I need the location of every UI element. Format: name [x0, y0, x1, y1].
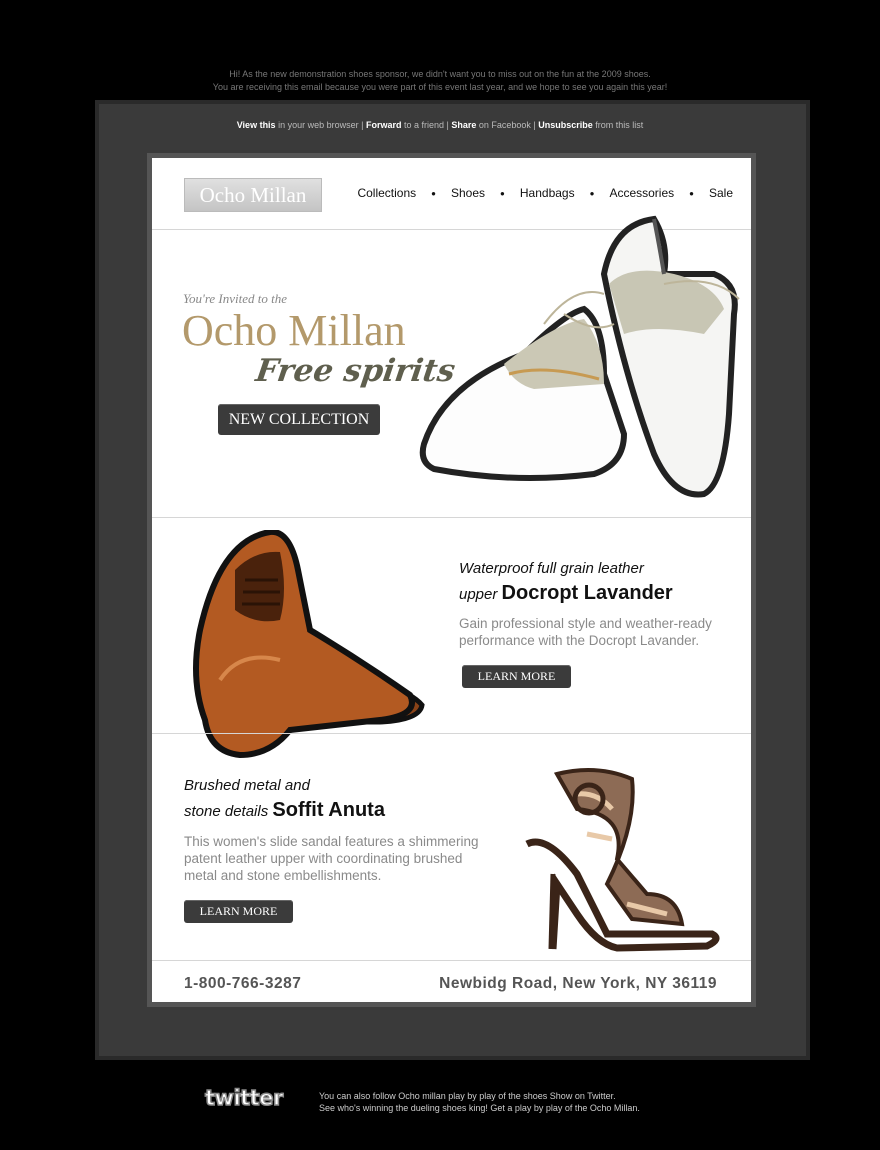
email-card: Ocho Millan Collections ● Shoes ● Handba…	[152, 158, 751, 1002]
footer-phone[interactable]: 1-800-766-3287	[184, 975, 301, 993]
intro-line-1: Hi! As the new demonstration shoes spons…	[229, 69, 651, 79]
nav-sale[interactable]: Sale	[709, 186, 733, 200]
product1-description: Gain professional style and weather-read…	[459, 616, 712, 648]
nav-collections[interactable]: Collections	[357, 186, 416, 200]
product2-description: This women's slide sandal features a shi…	[184, 834, 479, 883]
forward-link[interactable]: Forward	[366, 120, 402, 130]
nav-separator: ●	[589, 188, 595, 198]
product2-name: Soffit Anuta	[272, 799, 385, 821]
nav-separator: ●	[500, 188, 505, 198]
nav-handbags[interactable]: Handbags	[520, 186, 575, 200]
nav-accessories[interactable]: Accessories	[609, 186, 674, 200]
twitter-follow-text: You can also follow Ocho millan play by …	[319, 1091, 640, 1113]
product1-learn-more-button[interactable]: LEARN MORE	[462, 665, 571, 688]
hero-divider	[152, 517, 751, 518]
product2-divider	[152, 960, 751, 961]
product1-divider	[152, 733, 751, 734]
product2-learn-more-button[interactable]: LEARN MORE	[184, 900, 293, 923]
product1-heading: upper Docropt Lavander	[459, 582, 673, 604]
product1-feature-line: Waterproof full grain leather	[459, 560, 644, 577]
brand-logo[interactable]: Ocho Millan	[184, 178, 322, 212]
nav-separator: ●	[431, 188, 436, 198]
intro-line-2: You are receiving this email because you…	[212, 82, 668, 92]
hero-title: Ocho Millan	[182, 306, 406, 355]
product2-heading: stone details Soffit Anuta	[184, 799, 385, 821]
unsubscribe-link[interactable]: Unsubscribe	[538, 120, 593, 130]
product1-name: Docropt Lavander	[501, 582, 673, 604]
footer-address: Newbidg Road, New York, NY 36119	[439, 975, 717, 992]
product2-feature-line: Brushed metal and	[184, 777, 310, 794]
main-nav: Collections ● Shoes ● Handbags ● Accesso…	[357, 186, 733, 200]
twitter-logo[interactable]: twitter	[204, 1085, 284, 1111]
strappy-sandal-image	[525, 768, 720, 952]
email-links-bar: View this in your web browser | Forward …	[236, 120, 644, 130]
view-in-browser-link[interactable]: View this	[237, 120, 276, 130]
nav-shoes[interactable]: Shoes	[451, 186, 485, 200]
new-collection-button[interactable]: NEW COLLECTION	[218, 404, 380, 435]
intro-note: Hi! As the new demonstration shoes spons…	[0, 68, 880, 94]
saddle-shoes-image	[419, 215, 740, 498]
brown-oxford-shoes-image	[193, 530, 425, 759]
share-link[interactable]: Share	[451, 120, 476, 130]
nav-separator: ●	[689, 188, 694, 198]
